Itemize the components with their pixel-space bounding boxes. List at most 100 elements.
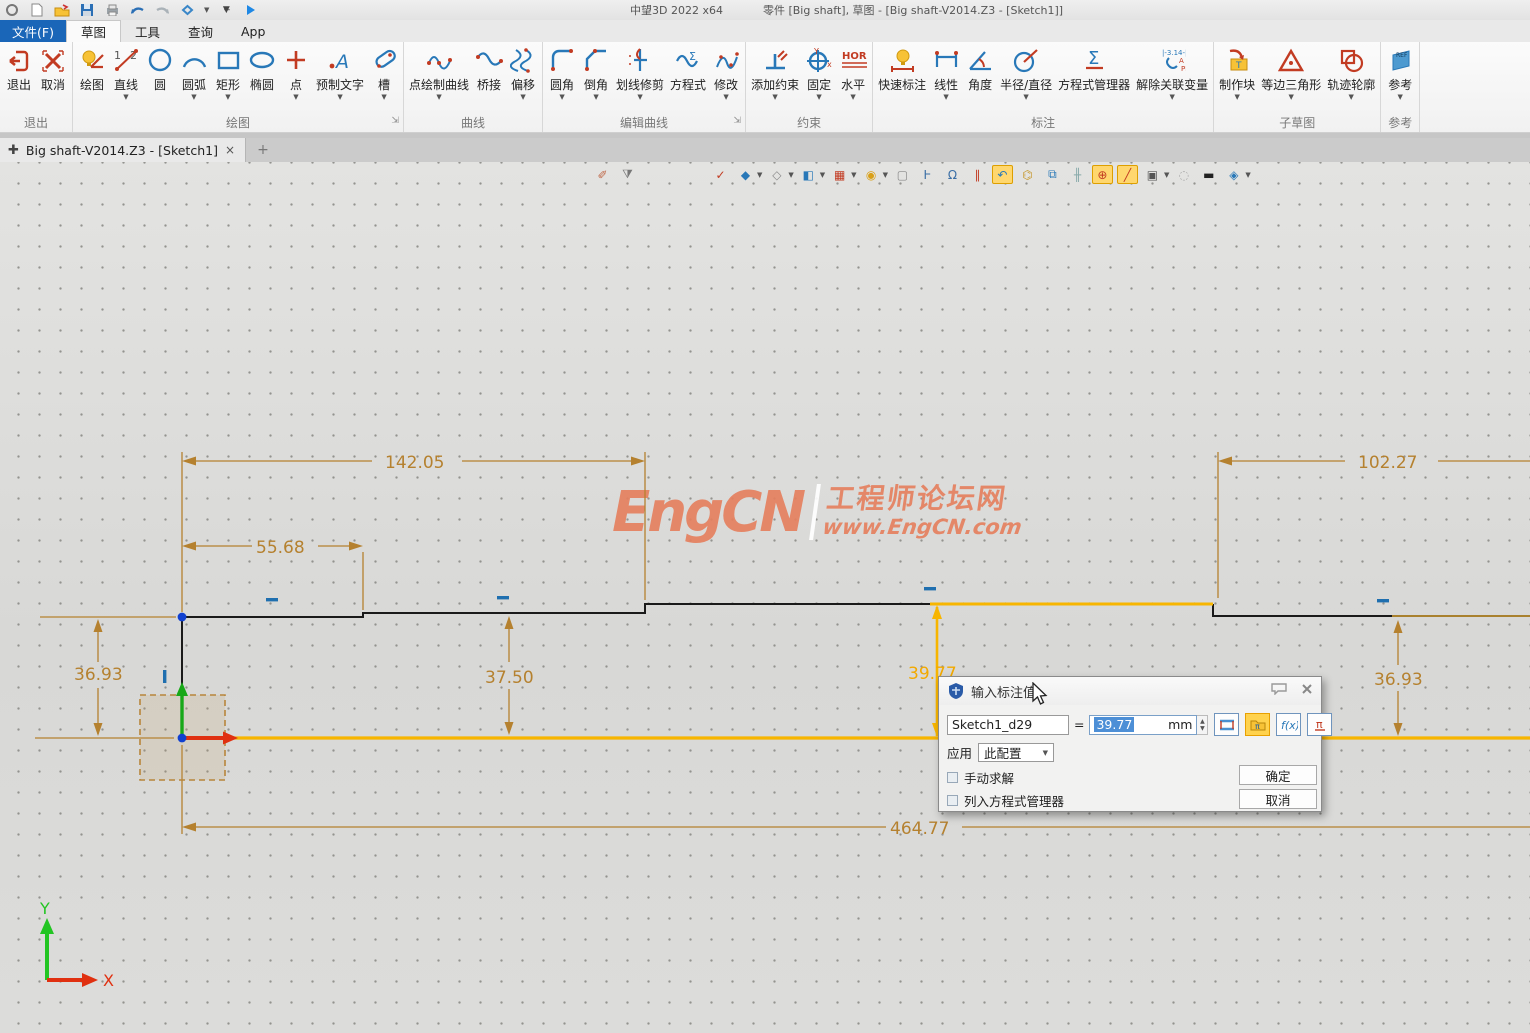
draw-group-launcher-icon[interactable]: ⇲ <box>391 116 399 126</box>
make-block-button[interactable]: T 制作块▼ <box>1216 43 1258 102</box>
point-curve-button[interactable]: 点绘制曲线▼ <box>406 43 472 102</box>
chamfer-button[interactable]: 倒角▼ <box>579 43 613 102</box>
equation-curve-button[interactable]: Σ 方程式 <box>667 43 709 102</box>
linear-dim-button[interactable]: 线性▼ <box>929 43 963 102</box>
ribbon-group-label-exit: 退出 <box>2 114 70 132</box>
bridge-button[interactable]: 桥接 <box>472 43 506 102</box>
svg-text:142.05: 142.05 <box>385 453 444 473</box>
horizontal-constraint-icons[interactable] <box>266 587 1389 602</box>
view-axes-triad: Y X <box>39 899 114 990</box>
svg-text:HORZ: HORZ <box>842 51 867 62</box>
dimension-type-button[interactable] <box>1214 713 1239 736</box>
offset-button[interactable]: 偏移▼ <box>506 43 540 102</box>
track-profile-button[interactable]: 轨迹轮廓▼ <box>1324 43 1378 102</box>
regen-dropdown-icon[interactable]: ▼ <box>204 6 209 14</box>
reference-button[interactable]: REF 参考▼ <box>1383 43 1417 102</box>
dimension-37[interactable]: 37.50 <box>485 616 534 735</box>
dimension-464[interactable]: 464.77 <box>182 745 1530 839</box>
new-file-icon[interactable] <box>29 2 45 18</box>
exit-button[interactable]: 退出 <box>2 43 36 102</box>
print-icon[interactable] <box>104 2 120 18</box>
cancel-dialog-button[interactable]: 取消 <box>1239 789 1317 809</box>
dimension-name-field[interactable]: Sketch1_d29 <box>947 715 1069 735</box>
unlink-variable-button[interactable]: |-3.14-|API 解除关联变量▼ <box>1133 43 1211 102</box>
vertical-constraint-icon[interactable] <box>163 670 166 683</box>
document-tab-active[interactable]: ✚ Big shaft-V2014.Z3 - [Sketch1] × <box>0 138 246 162</box>
ribbon-group-reference: REF 参考▼ 参考 <box>1381 42 1420 132</box>
dimension-142[interactable]: 142.05 <box>182 452 645 612</box>
app-logo-icon[interactable] <box>4 2 20 18</box>
angle-dim-button[interactable]: 角度 <box>963 43 997 102</box>
dialog-close-icon[interactable] <box>1301 683 1313 695</box>
fix-button[interactable]: Yx 固定▼ <box>802 43 836 102</box>
modify-button[interactable]: 修改▼ <box>709 43 743 102</box>
manual-solve-checkbox[interactable] <box>947 772 958 783</box>
tab-query[interactable]: 查询 <box>174 20 227 42</box>
menu-file[interactable]: 文件(F) <box>0 20 66 42</box>
new-tab-button[interactable]: + <box>246 138 280 162</box>
dialog-title-bar[interactable]: 输入标注值 <box>939 677 1321 705</box>
quick-dim-button[interactable]: 快速标注 <box>875 43 929 102</box>
sketch-canvas[interactable]: ✐ ⧩ ✓ ◆▼ ◇▼ ◧▼ ▦▼ ◉▼ ▢ Ⱶ Ω ∥ ↶ ⌬ ⧉ ╫ ⊕ ╱… <box>0 162 1530 1033</box>
ready-sketch-button[interactable]: 绘图 <box>75 43 109 102</box>
tab-app[interactable]: App <box>227 20 279 42</box>
text-button[interactable]: A 预制文字▼ <box>313 43 367 102</box>
triangle-icon <box>1278 47 1305 74</box>
ok-button[interactable]: 确定 <box>1239 765 1317 785</box>
radius-dim-button[interactable]: 半径/直径▼ <box>997 43 1055 102</box>
equation-manager-button[interactable]: Σ 方程式管理器 <box>1055 43 1133 102</box>
play-icon[interactable] <box>243 2 259 18</box>
window-title: 中望3D 2022 x64 零件 [Big shaft], 草图 - [Big … <box>630 2 1510 18</box>
line-icon: 12 <box>113 47 140 74</box>
radius-dim-icon <box>1013 47 1040 74</box>
equation-manager-label: 列入方程式管理器 <box>964 791 1064 810</box>
apply-config-dropdown[interactable]: 此配置 ▼ <box>978 743 1054 762</box>
origin-point[interactable] <box>178 734 187 743</box>
apply-label: 应用 <box>947 743 972 762</box>
tab-tools[interactable]: 工具 <box>121 20 174 42</box>
profile-endpoint[interactable] <box>178 613 187 622</box>
function-button[interactable]: f(x) <box>1276 713 1301 736</box>
edit-curve-group-launcher-icon[interactable]: ⇲ <box>734 116 742 126</box>
circle-button[interactable]: 圆 <box>143 43 177 102</box>
bridge-icon <box>476 47 503 74</box>
fillet-button[interactable]: 圆角▼ <box>545 43 579 102</box>
ellipse-icon <box>249 47 276 74</box>
menu-bar: 文件(F) 草图 工具 查询 App <box>0 20 1530 42</box>
horizontal-button[interactable]: HORZ 水平▼ <box>836 43 870 102</box>
svg-text:55.68: 55.68 <box>256 538 305 558</box>
pi-constant-button[interactable]: π <box>1307 713 1332 736</box>
add-constraint-button[interactable]: 添加约束▼ <box>748 43 802 102</box>
trim-button[interactable]: 划线修剪▼ <box>613 43 667 102</box>
equation-curve-icon: Σ <box>675 47 702 74</box>
dimension-value-field[interactable]: 39.77 mm <box>1089 715 1197 735</box>
undo-icon[interactable] <box>129 2 145 18</box>
equation-manager-checkbox[interactable] <box>947 795 958 806</box>
regen-icon[interactable] <box>179 2 195 18</box>
triangle-button[interactable]: 等边三角形▼ <box>1258 43 1324 102</box>
comment-icon[interactable] <box>1271 683 1287 695</box>
ribbon-group-label-curve: 曲线 <box>406 114 540 132</box>
variable-browse-button[interactable]: π <box>1245 713 1270 736</box>
dimension-type-icon <box>1219 718 1235 732</box>
dimension-36-right[interactable]: 36.93 <box>1374 620 1423 736</box>
rectangle-button[interactable]: 矩形▼ <box>211 43 245 102</box>
tab-sketch[interactable]: 草图 <box>66 20 121 42</box>
cancel-button[interactable]: 取消 <box>36 43 70 102</box>
point-button[interactable]: 点▼ <box>279 43 313 102</box>
line-button[interactable]: 12 直线▼ <box>109 43 143 102</box>
value-spinner[interactable]: ▲▼ <box>1197 715 1208 735</box>
dimension-102[interactable]: 102.27 <box>1218 452 1530 598</box>
ellipse-button[interactable]: 椭圆 <box>245 43 279 102</box>
text-icon: A <box>327 47 354 74</box>
svg-text:37.50: 37.50 <box>485 668 534 688</box>
customize-qat-icon[interactable]: ▼̶ <box>218 2 234 18</box>
arc-button[interactable]: 圆弧▼ <box>177 43 211 102</box>
save-icon[interactable] <box>79 2 95 18</box>
unit-label: mm <box>1168 717 1192 732</box>
tab-close-icon[interactable]: × <box>225 143 235 157</box>
slot-button[interactable]: 槽▼ <box>367 43 401 102</box>
point-curve-icon <box>426 47 453 74</box>
open-file-icon[interactable] <box>54 2 70 18</box>
redo-icon[interactable] <box>154 2 170 18</box>
